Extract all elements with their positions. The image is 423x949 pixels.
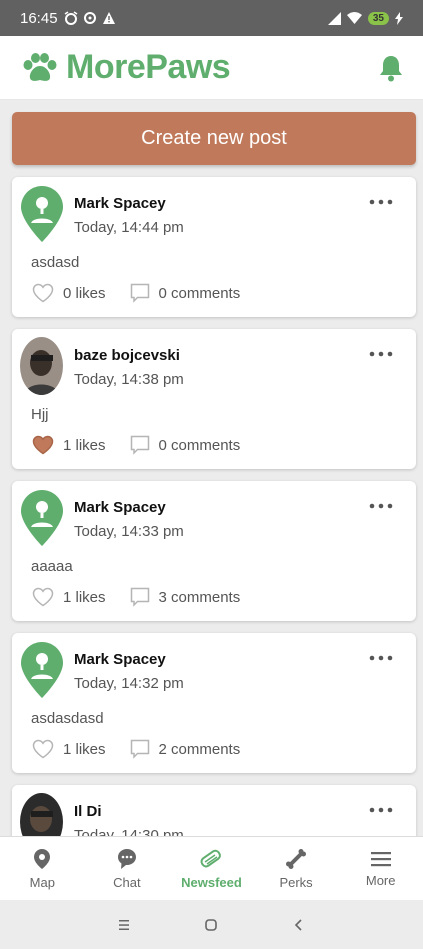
comment-icon (130, 587, 149, 607)
like-button[interactable]: 1 likes (32, 587, 106, 607)
nav-more-label: More (365, 872, 396, 888)
settings-status-icon (83, 12, 96, 24)
more-options-icon[interactable] (368, 653, 394, 663)
post-card[interactable]: Il Di Today, 14:30 pm (12, 785, 416, 836)
post-author[interactable]: baze bojcevski (74, 347, 180, 364)
nav-chat[interactable]: Chat (85, 837, 170, 900)
post-actions: 1 likes 2 comments (32, 739, 240, 759)
comment-button[interactable]: 0 comments (130, 435, 241, 455)
comment-icon (130, 435, 149, 455)
post-author[interactable]: Il Di (74, 803, 102, 820)
chat-bubble-icon (117, 848, 136, 869)
nav-newsfeed-label: Newsfeed (181, 874, 242, 890)
bottom-navigation: Map Chat Newsfeed Perks More (0, 836, 423, 900)
post-timestamp: Today, 14:44 pm (74, 219, 184, 236)
likes-count: 0 likes (63, 284, 106, 302)
nav-map-label: Map (29, 874, 55, 890)
paw-icon (23, 52, 57, 81)
comment-icon (130, 739, 149, 759)
app-header: MorePaws (0, 36, 423, 100)
create-post-button[interactable]: Create new post (12, 112, 416, 165)
warning-icon (102, 12, 115, 24)
bone-icon (286, 848, 307, 869)
heart-icon (32, 435, 54, 455)
alarm-icon (64, 11, 77, 25)
comment-icon (130, 283, 149, 303)
status-time: 16:45 (20, 9, 58, 27)
app-name: MorePaws (66, 48, 231, 86)
comments-count: 2 comments (158, 740, 241, 758)
nav-map[interactable]: Map (0, 837, 85, 900)
nav-more[interactable]: More (338, 837, 423, 900)
post-body: Hjj (31, 406, 49, 423)
post-author[interactable]: Mark Spacey (74, 651, 166, 668)
like-button[interactable]: 1 likes (32, 435, 106, 455)
battery-indicator: 35 (367, 11, 389, 25)
post-card[interactable]: Mark Spacey Today, 14:32 pm asdasdasd 1 lik… (12, 633, 416, 773)
post-timestamp: Today, 14:32 pm (74, 675, 184, 692)
post-timestamp: Today, 14:38 pm (74, 371, 184, 388)
post-actions: 1 likes 0 comments (32, 435, 240, 455)
comments-count: 0 comments (158, 284, 241, 302)
system-nav-bar (0, 900, 423, 949)
post-body: asdasd (31, 254, 80, 271)
more-options-icon[interactable] (368, 197, 394, 207)
likes-count: 1 likes (63, 436, 106, 454)
comments-count: 0 comments (158, 436, 241, 454)
menu-icon (370, 851, 391, 866)
comment-button[interactable]: 2 comments (130, 739, 241, 759)
post-author[interactable]: Mark Spacey (74, 195, 166, 212)
nav-chat-label: Chat (113, 874, 141, 890)
post-card[interactable]: Mark Spacey Today, 14:44 pm asdasd 0 likes 0… (12, 177, 416, 317)
app-logo: MorePaws (22, 48, 231, 87)
signal-icon (327, 11, 341, 25)
post-body: asdasdasd (31, 710, 104, 727)
post-timestamp: Today, 14:30 pm (74, 827, 184, 836)
post-actions: 1 likes 3 comments (32, 587, 240, 607)
map-pin-icon (34, 848, 51, 869)
user-photo-avatar (20, 337, 63, 395)
heart-icon (32, 587, 54, 607)
recent-apps-icon[interactable] (117, 918, 131, 932)
nav-perks-label: Perks (279, 874, 313, 890)
likes-count: 1 likes (63, 740, 106, 758)
more-options-icon[interactable] (368, 805, 394, 815)
status-bar: 16:45 35 (0, 0, 423, 36)
default-avatar-icon (21, 186, 63, 242)
post-card[interactable]: baze bojcevski Today, 14:38 pm Hjj 1 likes 0… (12, 329, 416, 469)
comment-button[interactable]: 3 comments (130, 587, 241, 607)
likes-count: 1 likes (63, 588, 106, 606)
nav-perks[interactable]: Perks (254, 837, 339, 900)
post-timestamp: Today, 14:33 pm (74, 523, 184, 540)
newsfeed[interactable]: Create new post Mark Spacey Today, 14:44 … (0, 100, 423, 836)
newspaper-icon (200, 849, 222, 867)
post-body: aaaaa (31, 558, 73, 575)
default-avatar-icon (21, 490, 63, 546)
like-button[interactable]: 1 likes (32, 739, 106, 759)
like-button[interactable]: 0 likes (32, 283, 106, 303)
heart-icon (32, 283, 54, 303)
heart-icon (32, 739, 54, 759)
more-options-icon[interactable] (368, 501, 394, 511)
wifi-icon (346, 12, 362, 24)
default-avatar-icon (21, 642, 63, 698)
more-options-icon[interactable] (368, 349, 394, 359)
comment-button[interactable]: 0 comments (130, 283, 241, 303)
comments-count: 3 comments (158, 588, 241, 606)
charging-icon (395, 11, 403, 25)
user-photo-avatar (20, 793, 63, 836)
post-author[interactable]: Mark Spacey (74, 499, 166, 516)
post-actions: 0 likes 0 comments (32, 283, 240, 303)
post-card[interactable]: Mark Spacey Today, 14:33 pm aaaaa 1 likes 3 … (12, 481, 416, 621)
home-icon[interactable] (204, 918, 218, 932)
notifications-bell-icon[interactable] (379, 54, 403, 82)
back-icon[interactable] (292, 918, 306, 932)
nav-newsfeed[interactable]: Newsfeed (169, 837, 254, 900)
